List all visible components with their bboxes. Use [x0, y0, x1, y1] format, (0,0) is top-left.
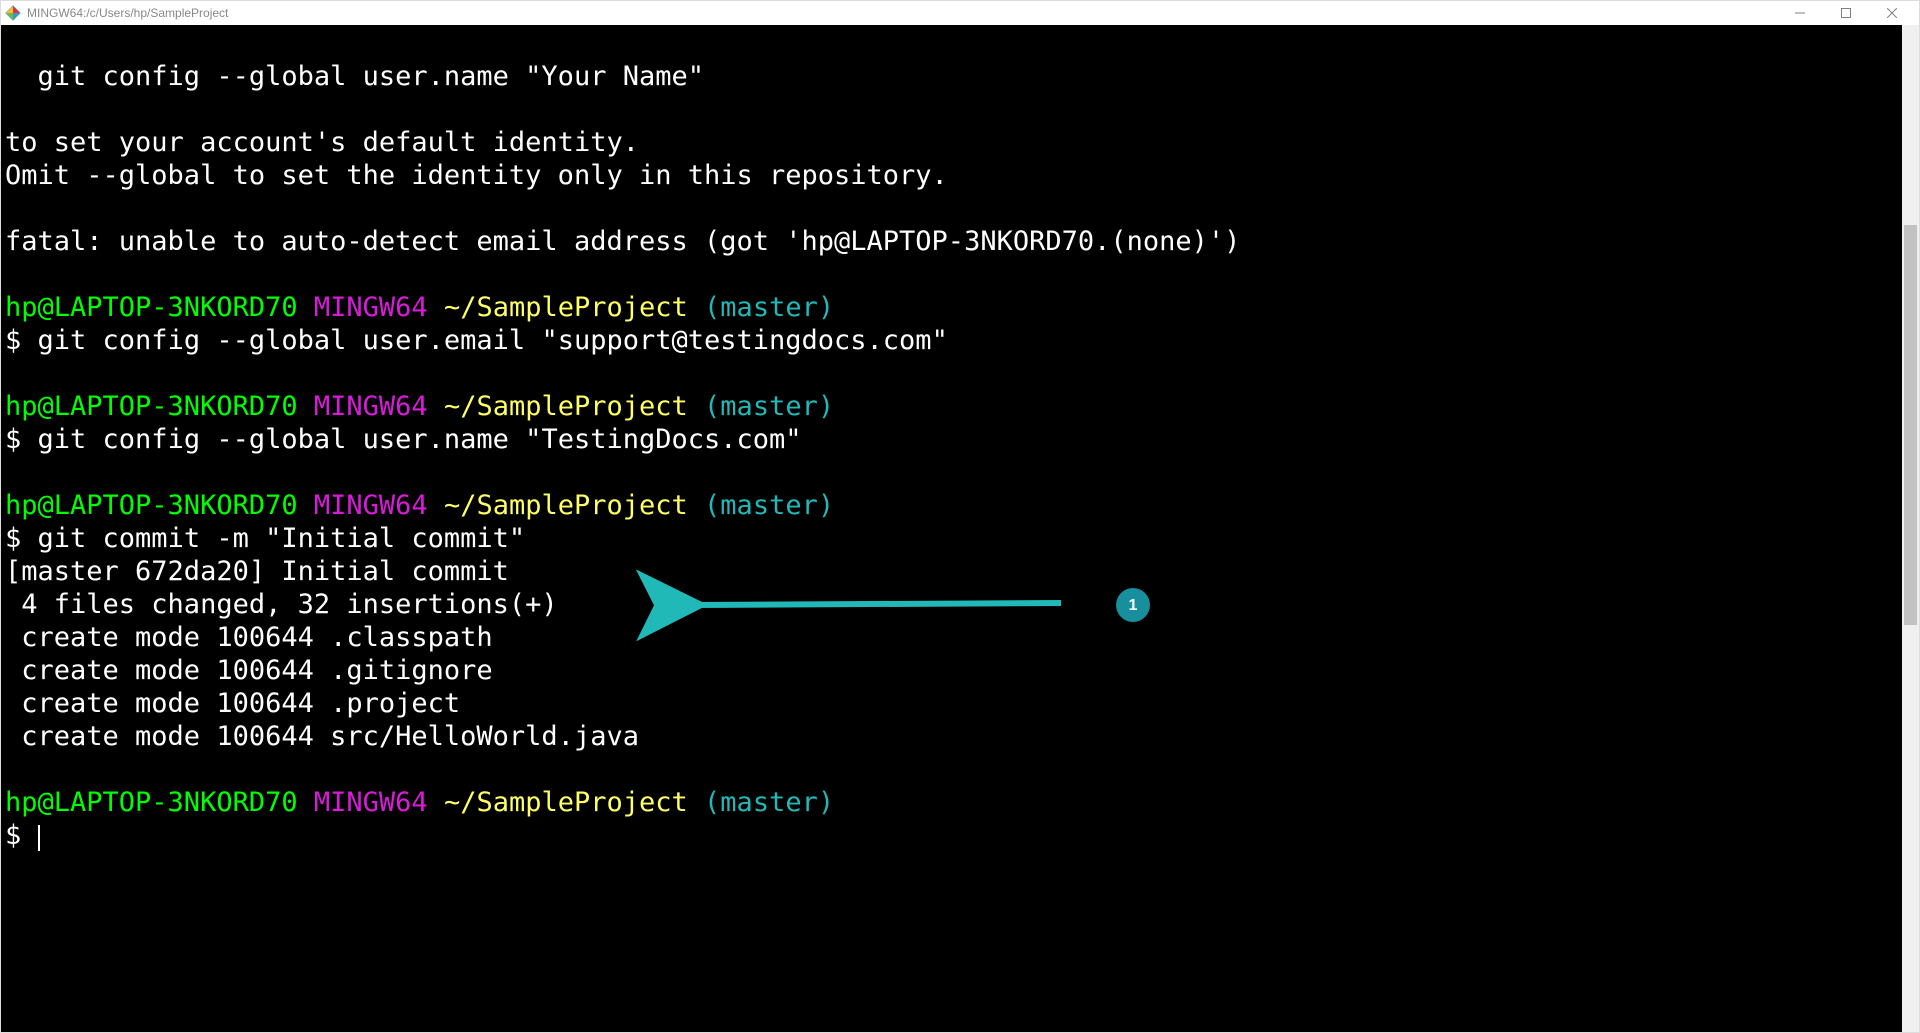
terminal-output-line: [master 672da20] Initial commit	[5, 556, 509, 587]
annotation-badge: 1	[1116, 588, 1150, 622]
terminal-output-line: create mode 100644 src/HelloWorld.java	[5, 721, 639, 752]
maximize-button[interactable]	[1823, 1, 1869, 25]
prompt-symbol: $	[5, 325, 21, 356]
terminal-output-line: create mode 100644 .classpath	[5, 622, 493, 653]
prompt-env: MINGW64	[314, 787, 428, 818]
terminal-output-line: create mode 100644 .gitignore	[5, 655, 493, 686]
prompt-user-host: hp@LAPTOP-3NKORD70	[5, 490, 298, 521]
prompt-path: ~/SampleProject	[444, 391, 688, 422]
command-line: git commit -m "Initial commit"	[21, 523, 525, 554]
minimize-button[interactable]	[1777, 1, 1823, 25]
content-area: git config --global user.name "Your Name…	[1, 25, 1919, 1032]
prompt-symbol: $	[5, 820, 21, 851]
prompt-line: hp@LAPTOP-3NKORD70 MINGW64 ~/SampleProje…	[5, 787, 834, 818]
prompt-branch: (master)	[704, 292, 834, 323]
prompt-symbol: $	[5, 424, 21, 455]
prompt-line: hp@LAPTOP-3NKORD70 MINGW64 ~/SampleProje…	[5, 490, 834, 521]
terminal-output-line: fatal: unable to auto-detect email addre…	[5, 226, 1240, 257]
prompt-branch: (master)	[704, 787, 834, 818]
command-line: git config --global user.email "support@…	[21, 325, 948, 356]
prompt-env: MINGW64	[314, 292, 428, 323]
scrollbar-thumb[interactable]	[1904, 225, 1917, 625]
prompt-branch: (master)	[704, 391, 834, 422]
titlebar[interactable]: MINGW64:/c/Users/hp/SampleProject	[1, 1, 1919, 25]
prompt-user-host: hp@LAPTOP-3NKORD70	[5, 292, 298, 323]
terminal-output-line: to set your account's default identity.	[5, 127, 639, 158]
prompt-path: ~/SampleProject	[444, 787, 688, 818]
prompt-symbol: $	[5, 523, 21, 554]
vertical-scrollbar[interactable]	[1902, 25, 1919, 1032]
cursor	[38, 825, 40, 851]
terminal-output-line: 4 files changed, 32 insertions(+)	[5, 589, 558, 620]
terminal[interactable]: git config --global user.name "Your Name…	[1, 25, 1902, 1032]
prompt-branch: (master)	[704, 490, 834, 521]
terminal-output-line: Omit --global to set the identity only i…	[5, 160, 948, 191]
command-line: git config --global user.name "TestingDo…	[21, 424, 801, 455]
prompt-path: ~/SampleProject	[444, 292, 688, 323]
prompt-line: hp@LAPTOP-3NKORD70 MINGW64 ~/SampleProje…	[5, 292, 834, 323]
prompt-line: hp@LAPTOP-3NKORD70 MINGW64 ~/SampleProje…	[5, 391, 834, 422]
annotation-arrow: 1	[671, 605, 801, 737]
terminal-output-line: create mode 100644 .project	[5, 688, 460, 719]
app-icon	[5, 5, 21, 21]
close-button[interactable]	[1869, 1, 1915, 25]
prompt-user-host: hp@LAPTOP-3NKORD70	[5, 391, 298, 422]
prompt-user-host: hp@LAPTOP-3NKORD70	[5, 787, 298, 818]
app-window: MINGW64:/c/Users/hp/SampleProject git co…	[0, 0, 1920, 1033]
prompt-env: MINGW64	[314, 490, 428, 521]
terminal-output-line: git config --global user.name "Your Name…	[5, 61, 704, 92]
prompt-env: MINGW64	[314, 391, 428, 422]
window-title: MINGW64:/c/Users/hp/SampleProject	[27, 6, 228, 20]
prompt-path: ~/SampleProject	[444, 490, 688, 521]
